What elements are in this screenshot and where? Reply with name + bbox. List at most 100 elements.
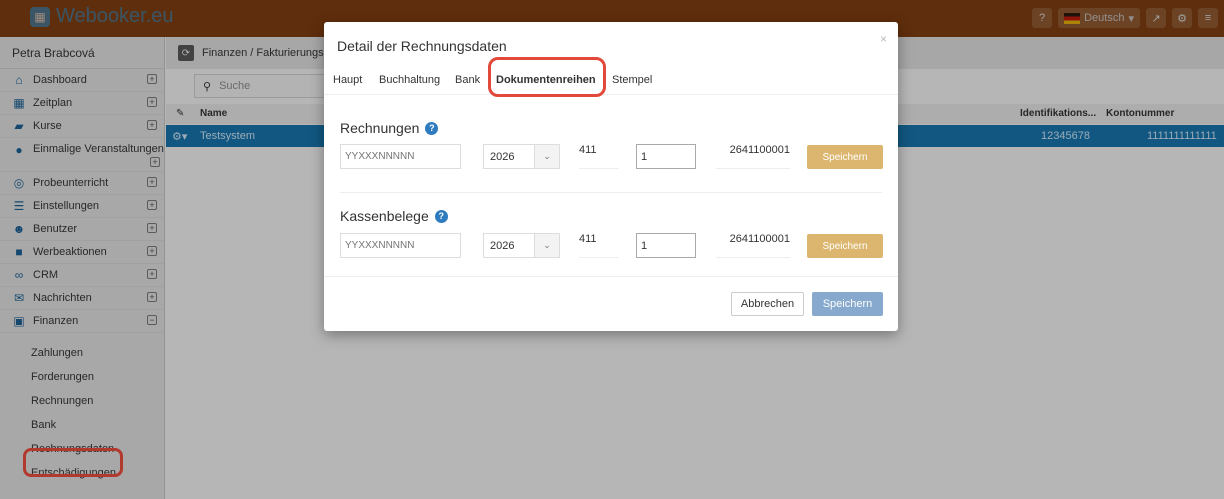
book-icon: ▰	[14, 119, 24, 133]
section-title-text: Rechnungen	[340, 120, 420, 136]
counter-input[interactable]	[636, 233, 696, 258]
search-icon: ⚲	[203, 80, 212, 93]
year-select[interactable]: 2026 ⌄	[483, 144, 560, 169]
sidebar-sub-forderungen[interactable]: Forderungen	[0, 365, 164, 389]
hamburger-icon[interactable]: ≡	[1198, 8, 1218, 28]
year-value: 2026	[490, 150, 515, 163]
rechnungsdaten-modal: Detail der Rechnungsdaten × Haupt Buchha…	[324, 22, 898, 331]
section-title-kassenbelege: Kassenbelege ?	[340, 208, 448, 224]
column-ident[interactable]: Identifikations...	[1020, 108, 1096, 119]
chevron-down-icon: ⌄	[534, 145, 559, 168]
row-gear-icon[interactable]: ⚙▾	[172, 130, 187, 143]
expand-icon[interactable]: +	[147, 200, 157, 210]
sidebar-item-label: CRM	[33, 269, 59, 281]
sidebar-sub-rechnungen[interactable]: Rechnungen	[0, 389, 164, 413]
tab-haupt[interactable]: Haupt	[333, 74, 362, 86]
gear-icon[interactable]: ⚙	[1172, 8, 1192, 28]
user-name[interactable]: Petra Brabcová	[0, 37, 164, 69]
sidebar-item-label: Einmalige Veranstaltungen	[33, 143, 164, 155]
users-icon: ☻	[12, 222, 26, 236]
brand-name: Webooker.eu	[56, 5, 174, 27]
expand-icon[interactable]: +	[147, 223, 157, 233]
sidebar-item-zeitplan[interactable]: ▦ Zeitplan +	[0, 92, 164, 115]
brand-logo[interactable]: ▦ Webooker.eu	[30, 5, 174, 28]
sidebar-item-label: Kurse	[33, 120, 62, 132]
column-konto[interactable]: Kontonummer	[1106, 108, 1174, 119]
sidebar-item-label: Einstellungen	[33, 200, 100, 212]
section-title-rechnungen: Rechnungen ?	[340, 120, 439, 136]
external-link-icon[interactable]: ↗	[1146, 8, 1166, 28]
help-icon[interactable]: ?	[434, 209, 448, 223]
refresh-icon[interactable]: ⟳	[178, 45, 194, 61]
gift-icon: ■	[15, 245, 23, 259]
tab-buchhaltung[interactable]: Buchhaltung	[379, 74, 440, 86]
expand-icon[interactable]: +	[147, 292, 157, 302]
german-flag-icon	[1064, 12, 1081, 24]
settings-list-icon: ☰	[13, 199, 25, 213]
sidebar-item-einstellungen[interactable]: ☰ Einstellungen +	[0, 195, 164, 218]
row-ident: 12345678	[1041, 130, 1090, 142]
language-label: Deutsch	[1084, 12, 1125, 24]
cancel-button[interactable]: Abbrechen	[731, 292, 804, 316]
expand-icon[interactable]: +	[147, 74, 157, 84]
sidebar-item-label: Dashboard	[33, 74, 87, 86]
sidebar-sub-zahlungen[interactable]: Zahlungen	[0, 341, 164, 365]
divider	[340, 192, 882, 193]
sidebar: Petra Brabcová ⌂ Dashboard + ▦ Zeitplan + ▰ K…	[0, 37, 165, 499]
save-kassenbelege-button[interactable]: Speichern	[807, 234, 883, 258]
sidebar-item-benutzer[interactable]: ☻ Benutzer +	[0, 218, 164, 241]
sidebar-item-label: Probeunterricht	[33, 177, 109, 189]
modal-tabs: Haupt Buchhaltung Bank Dokumentenreihen …	[324, 69, 898, 95]
eye-icon: ◎	[13, 176, 25, 190]
money-icon: ▣	[13, 314, 25, 328]
year-select[interactable]: 2026 ⌄	[483, 233, 560, 258]
sidebar-item-werbeaktionen[interactable]: ■ Werbeaktionen +	[0, 241, 164, 264]
expand-icon[interactable]: +	[150, 157, 160, 167]
section-title-text: Kassenbelege	[340, 208, 429, 224]
counter-input[interactable]	[636, 144, 696, 169]
highlight-tab	[488, 57, 606, 97]
expand-icon[interactable]: +	[147, 246, 157, 256]
home-icon: ⌂	[15, 73, 23, 87]
sidebar-item-probeunterricht[interactable]: ◎ Probeunterricht +	[0, 172, 164, 195]
expand-icon[interactable]: +	[147, 269, 157, 279]
expand-icon[interactable]: +	[147, 97, 157, 107]
highlight-rechnungsdaten	[23, 448, 123, 477]
save-button[interactable]: Speichern	[812, 292, 883, 316]
soccer-ball-icon: ●	[15, 143, 23, 157]
envelope-icon: ✉	[13, 291, 25, 305]
sidebar-item-crm[interactable]: ∞ CRM +	[0, 264, 164, 287]
year-value: 2026	[490, 239, 515, 252]
prefix-field: 411	[579, 144, 619, 169]
tab-bank[interactable]: Bank	[455, 74, 480, 86]
collapse-icon[interactable]: −	[147, 315, 157, 325]
sidebar-item-nachrichten[interactable]: ✉ Nachrichten +	[0, 287, 164, 310]
expand-icon[interactable]: +	[147, 177, 157, 187]
save-rechnungen-button[interactable]: Speichern	[807, 145, 883, 169]
row-name: Testsystem	[200, 130, 256, 142]
expand-icon[interactable]: +	[147, 120, 157, 130]
chevron-down-icon: ⌄	[534, 234, 559, 257]
help-icon[interactable]: ?	[1032, 8, 1053, 28]
sidebar-item-label: Zeitplan	[33, 97, 73, 109]
sidebar-item-finanzen[interactable]: ▣ Finanzen −	[0, 310, 164, 333]
pattern-input[interactable]	[340, 144, 461, 169]
row-konto: 1111111111111	[1147, 130, 1217, 142]
search-placeholder: Suche	[219, 80, 251, 92]
sidebar-item-dashboard[interactable]: ⌂ Dashboard +	[0, 69, 164, 92]
sidebar-item-veranstaltungen[interactable]: ● Einmalige Veranstaltungen +	[0, 138, 164, 172]
close-icon[interactable]: ×	[880, 32, 887, 46]
preview-number: 2641100001	[716, 144, 790, 169]
tab-stempel[interactable]: Stempel	[612, 74, 652, 86]
pattern-input[interactable]	[340, 233, 461, 258]
sidebar-item-kurse[interactable]: ▰ Kurse +	[0, 115, 164, 138]
sidebar-item-label: Nachrichten	[33, 292, 92, 304]
column-name[interactable]: Name	[200, 108, 227, 119]
chevron-down-icon: ▾	[1128, 12, 1134, 25]
sidebar-item-label: Benutzer	[33, 223, 78, 235]
language-select[interactable]: Deutsch ▾	[1058, 8, 1140, 28]
preview-number: 2641100001	[716, 233, 790, 258]
modal-footer-divider	[324, 276, 898, 277]
sidebar-sub-bank[interactable]: Bank	[0, 413, 164, 437]
help-icon[interactable]: ?	[425, 121, 439, 135]
